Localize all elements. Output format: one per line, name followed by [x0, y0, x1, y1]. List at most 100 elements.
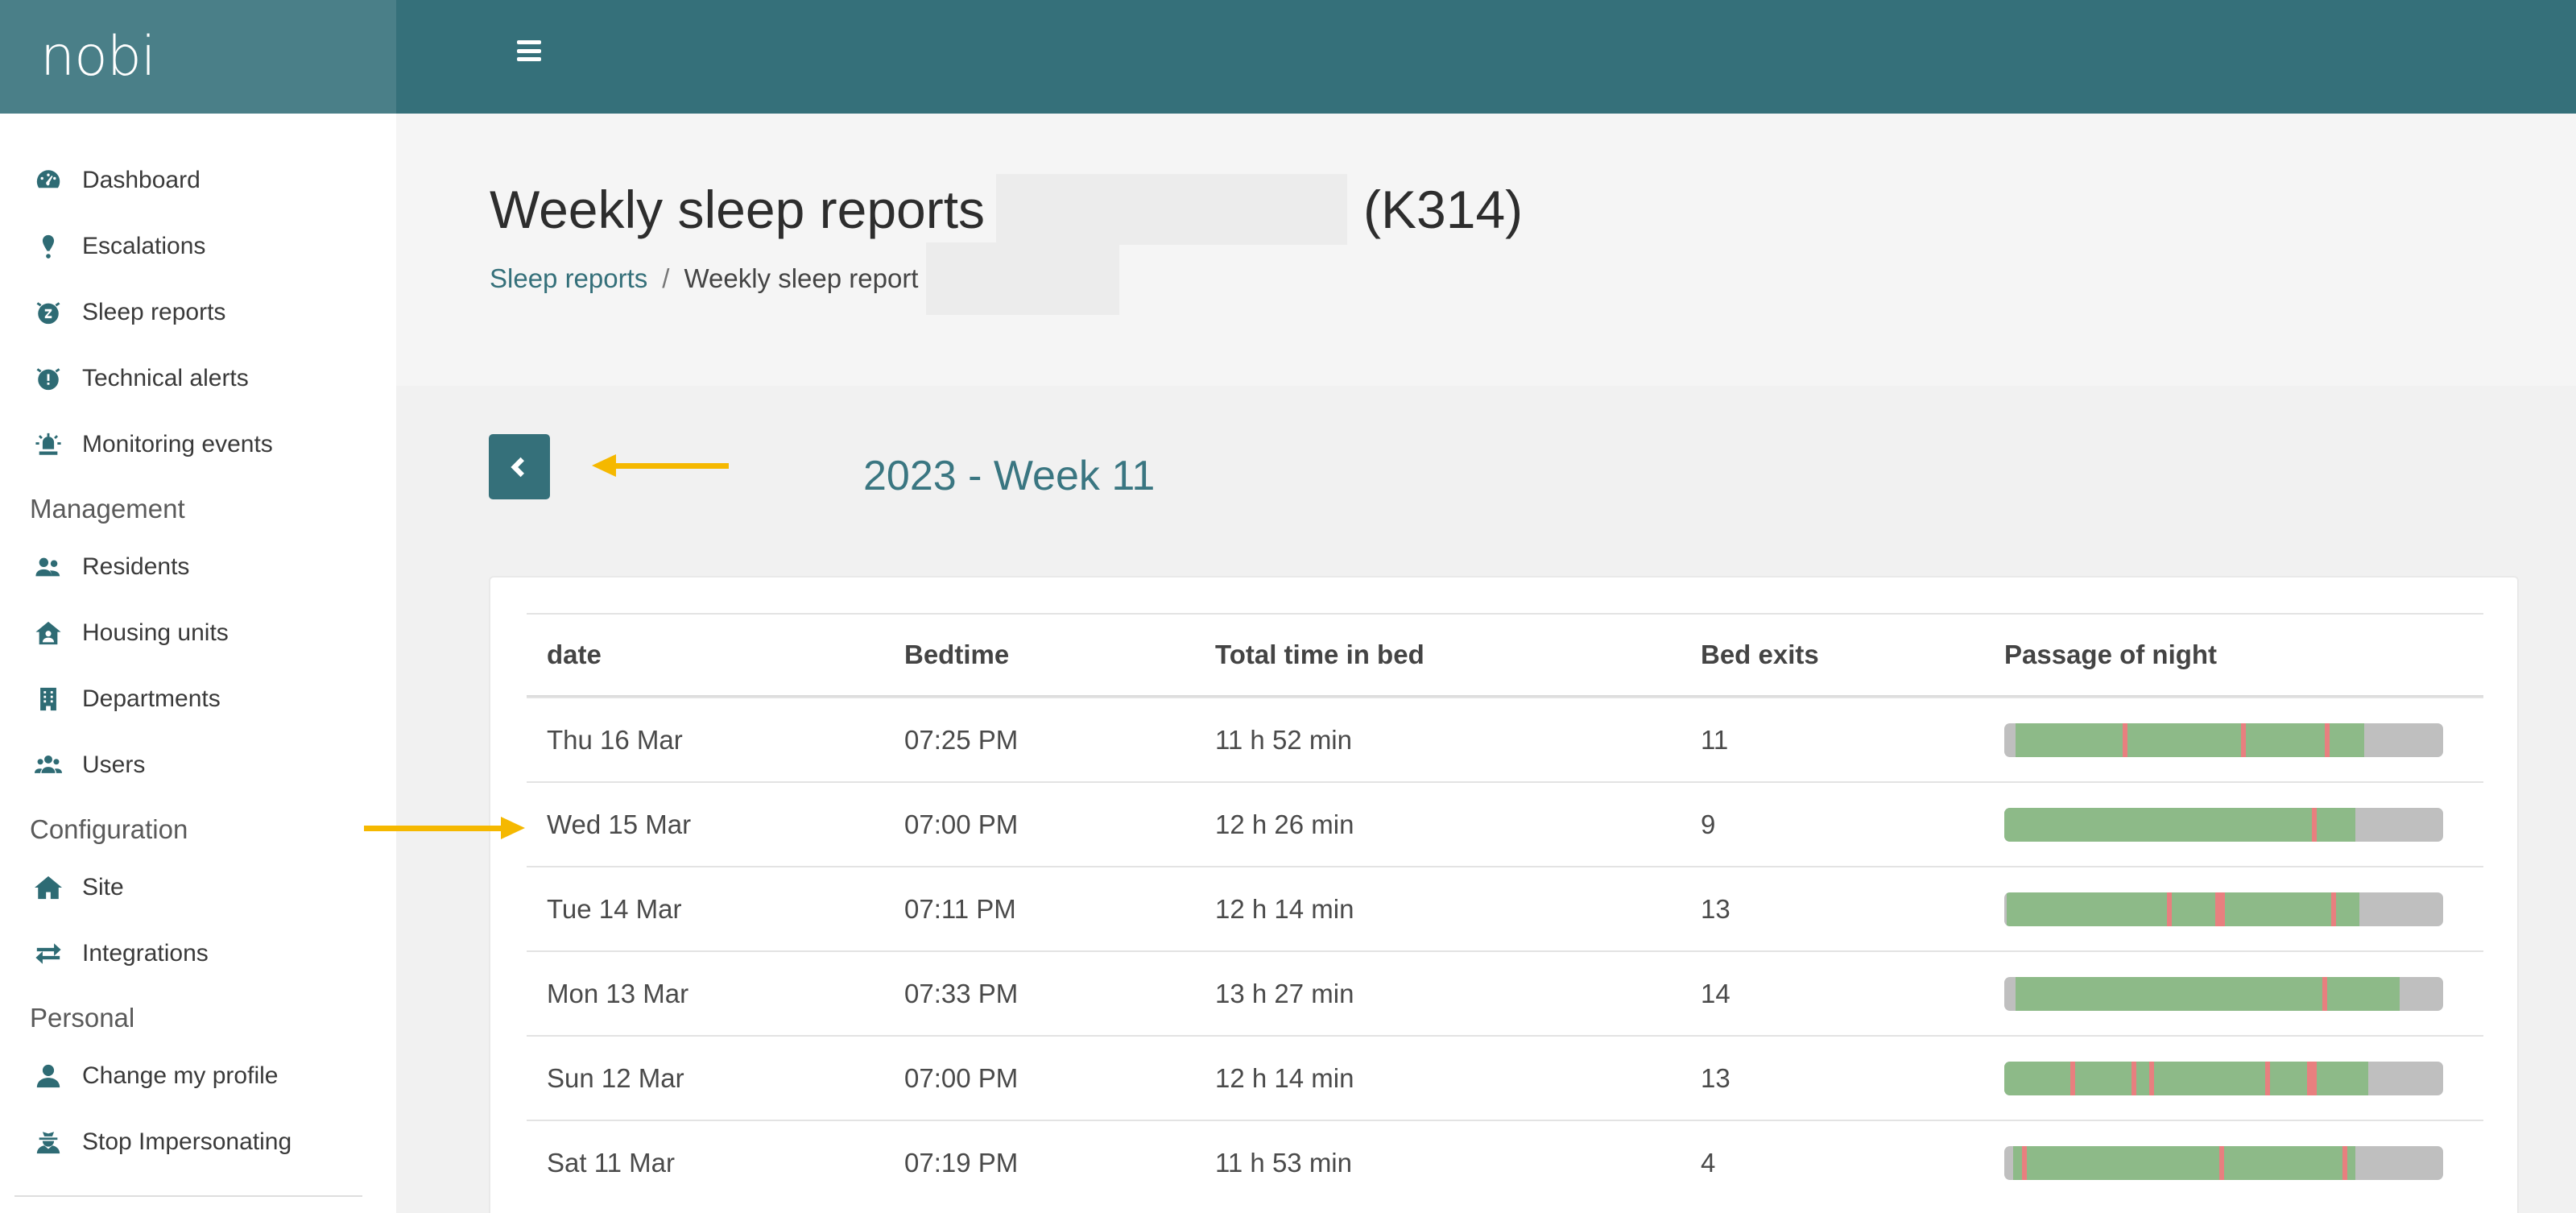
breadcrumb-link-sleep-reports[interactable]: Sleep reports [490, 263, 647, 294]
table-row[interactable]: Sat 11 Mar 07:19 PM 11 h 53 min 4 [527, 1120, 2483, 1204]
sidebar-nav: Dashboard Escalations Sleep reports Tech… [0, 114, 396, 1175]
sidebar-item-label: Housing units [82, 619, 229, 646]
bed-exit-marker [2342, 1145, 2347, 1180]
cell-bed-exits: 14 [1701, 978, 1730, 1008]
cell-date: Tue 14 Mar [547, 893, 682, 924]
sidebar-item-residents[interactable]: Residents [0, 534, 396, 600]
table-body: Thu 16 Mar 07:25 PM 11 h 52 min 11 Wed 15 Ma… [527, 697, 2483, 1204]
section-management: Management [30, 494, 185, 524]
breadcrumb-separator: / [662, 263, 670, 293]
sidebar-item-label: Escalations [82, 233, 206, 259]
cell-date: Sat 11 Mar [547, 1147, 675, 1178]
night-timeline-bar [2004, 807, 2443, 842]
sidebar-item-label: Integrations [82, 940, 209, 967]
column-header-bedtime[interactable]: Bedtime [904, 640, 1215, 670]
bed-exit-marker [2324, 722, 2330, 757]
cell-date: Wed 15 Mar [547, 809, 692, 839]
bed-exit-marker [2307, 1061, 2318, 1095]
table-row[interactable]: Thu 16 Mar 07:25 PM 11 h 52 min 11 [527, 697, 2483, 781]
sidebar-item-label: Dashboard [82, 167, 201, 193]
cell-bed-exits: 13 [1701, 893, 1730, 924]
column-header-date[interactable]: date [527, 640, 904, 670]
night-timeline-bar [2004, 976, 2443, 1011]
cell-passage-of-night [2004, 1145, 2483, 1180]
cell-bedtime: 07:11 PM [904, 893, 1016, 924]
bed-exit-marker [2219, 1145, 2225, 1180]
bed-exit-marker [2069, 1061, 2075, 1095]
cell-date: Sun 12 Mar [547, 1062, 684, 1093]
sidebar-item-monitoring-events[interactable]: Monitoring events [0, 412, 396, 478]
bed-exit-marker [2311, 807, 2317, 842]
sidebar-item-label: Departments [82, 685, 221, 712]
room-code: (K314) [1363, 180, 1524, 239]
cell-passage-of-night [2004, 976, 2483, 1011]
table-row[interactable]: Tue 14 Mar 07:11 PM 12 h 14 min 13 [527, 866, 2483, 950]
night-timeline-bar [2004, 722, 2443, 757]
night-timeline-bar [2004, 1145, 2443, 1180]
sidebar-item-technical-alerts[interactable]: Technical alerts [0, 346, 396, 412]
sleep-clock-icon [32, 296, 64, 329]
column-header-total-time[interactable]: Total time in bed [1215, 640, 1701, 670]
sidebar-item-departments[interactable]: Departments [0, 666, 396, 732]
building-icon [32, 683, 64, 715]
sidebar: nobi Dashboard Escalations Sleep reports… [0, 0, 396, 1213]
page-header: Weekly sleep reports (K314) Sleep report… [396, 114, 2576, 386]
sidebar-item-label: Technical alerts [82, 365, 249, 391]
column-header-bed-exits[interactable]: Bed exits [1701, 640, 2004, 670]
cell-total-time: 11 h 53 min [1215, 1147, 1352, 1178]
sleep-table: date Bedtime Total time in bed Bed exits… [527, 613, 2483, 1204]
bed-exit-marker [2214, 892, 2225, 926]
table-row[interactable]: Wed 15 Mar 07:00 PM 12 h 26 min 9 [527, 781, 2483, 866]
week-title: 2023 - Week 11 [863, 453, 1156, 499]
hamburger-menu-icon[interactable] [517, 37, 544, 64]
sidebar-item-sleep-reports[interactable]: Sleep reports [0, 279, 396, 346]
cell-date: Mon 13 Mar [547, 978, 689, 1008]
sidebar-item-site[interactable]: Site [0, 855, 396, 921]
bed-exit-marker [2265, 1061, 2271, 1095]
sidebar-item-integrations[interactable]: Integrations [0, 921, 396, 987]
night-timeline-bar [2004, 1061, 2443, 1095]
title-row: Weekly sleep reports (K314) [490, 174, 1523, 245]
cell-total-time: 12 h 14 min [1215, 1062, 1354, 1093]
table-row[interactable]: Sun 12 Mar 07:00 PM 12 h 14 min 13 [527, 1035, 2483, 1120]
sidebar-item-escalations[interactable]: Escalations [0, 213, 396, 279]
cell-bedtime: 07:19 PM [904, 1147, 1019, 1178]
cell-bedtime: 07:00 PM [904, 1062, 1019, 1093]
section-personal: Personal [30, 1003, 135, 1033]
breadcrumb: Sleep reports / Weekly sleep report [490, 242, 1120, 315]
bed-exit-marker [2166, 892, 2172, 926]
cell-passage-of-night [2004, 807, 2483, 842]
cell-bedtime: 07:25 PM [904, 724, 1019, 755]
sidebar-item-housing-units[interactable]: Housing units [0, 600, 396, 666]
sidebar-item-dashboard[interactable]: Dashboard [0, 147, 396, 213]
annotation-arrow-back-button [592, 453, 729, 478]
exclamation-icon [32, 230, 64, 263]
gauge-icon [32, 164, 64, 197]
main-content: 2023 - Week 11 date Bedtime Total time i… [396, 386, 2576, 1213]
table-row[interactable]: Mon 13 Mar 07:33 PM 13 h 27 min 14 [527, 950, 2483, 1035]
sidebar-item-label: Users [82, 751, 146, 778]
cell-date: Thu 16 Mar [547, 724, 683, 755]
column-header-passage-of-night: Passage of night [2004, 640, 2218, 669]
chevron-left-icon [511, 457, 524, 477]
in-bed-segment [2006, 892, 2360, 926]
redacted-breadcrumb-name [926, 242, 1120, 315]
in-bed-segment [2015, 722, 2364, 757]
cell-passage-of-night [2004, 1061, 2483, 1095]
sidebar-item-stop-impersonating[interactable]: Stop Impersonating [0, 1109, 396, 1175]
brand-logo[interactable]: nobi [0, 0, 396, 114]
cell-bed-exits: 4 [1701, 1147, 1716, 1178]
topbar [396, 0, 2576, 114]
previous-week-button[interactable] [489, 434, 550, 499]
sidebar-item-label: Monitoring events [82, 431, 273, 457]
in-bed-segment [2012, 1145, 2355, 1180]
annotation-arrow-row [364, 816, 525, 840]
cell-bed-exits: 13 [1701, 1062, 1730, 1093]
bed-exit-marker [2132, 1061, 2137, 1095]
user-secret-icon [32, 1126, 64, 1158]
sidebar-item-change-my-profile[interactable]: Change my profile [0, 1043, 396, 1109]
sidebar-item-users[interactable]: Users [0, 732, 396, 798]
cell-bedtime: 07:33 PM [904, 978, 1019, 1008]
bed-exit-marker [2123, 722, 2128, 757]
page-title: Weekly sleep reports [490, 180, 986, 239]
